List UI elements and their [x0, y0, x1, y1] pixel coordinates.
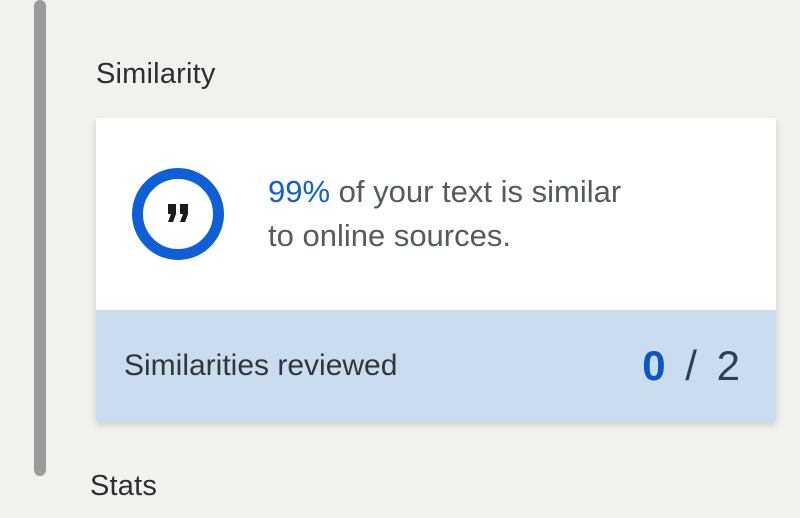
similarity-message: 99% of your text is similar to online so… [268, 170, 621, 258]
similarity-section-title: Similarity [96, 58, 216, 91]
quote-icon-svg [162, 198, 194, 230]
stats-section-title: Stats [90, 470, 157, 503]
reviewed-total: 2 [717, 342, 744, 389]
similarities-reviewed-count: 0 / 2 [642, 342, 744, 390]
similarity-card[interactable]: 99% of your text is similar to online so… [96, 118, 776, 422]
similarities-reviewed-row[interactable]: Similarities reviewed 0 / 2 [96, 310, 776, 422]
similarity-message-part1: of your text is similar [330, 174, 621, 209]
reviewed-done: 0 [642, 342, 669, 389]
similarities-reviewed-label: Similarities reviewed [124, 349, 397, 383]
similarity-message-part2: to online sources. [268, 218, 511, 253]
quote-icon [132, 168, 224, 260]
similarity-percent: 99% [268, 174, 330, 209]
reviewed-separator: / [670, 342, 717, 389]
similarity-summary: 99% of your text is similar to online so… [96, 118, 776, 310]
scrollbar-thumb[interactable] [34, 0, 46, 476]
